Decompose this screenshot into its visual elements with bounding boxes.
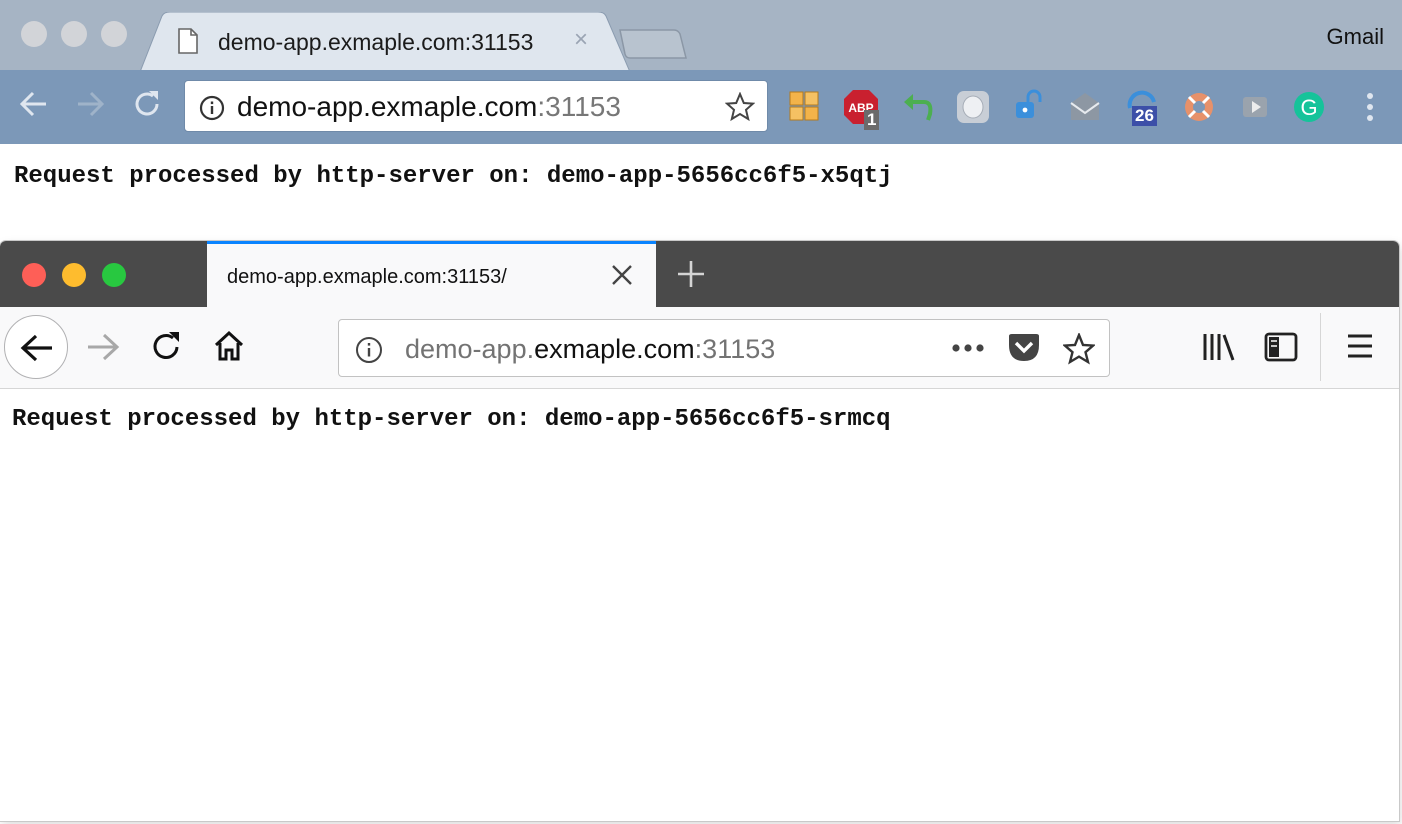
- mail-open-icon[interactable]: [1066, 88, 1104, 126]
- undo-arrow-icon[interactable]: [900, 88, 938, 126]
- chrome-address-bar[interactable]: demo-app.exmaple.com:31153: [184, 80, 768, 132]
- grammarly-letter: G: [1300, 95, 1317, 120]
- chrome-url-host: demo-app.exmaple.com: [237, 91, 538, 122]
- star-icon[interactable]: [1062, 331, 1096, 370]
- firefox-url-host: exmaple.com: [534, 334, 695, 364]
- reload-icon[interactable]: [150, 331, 182, 368]
- firefox-zoom-window-button[interactable]: [102, 263, 126, 287]
- forward-arrow-icon[interactable]: [74, 88, 106, 125]
- reload-icon[interactable]: [131, 88, 163, 125]
- firefox-window: demo-app.exmaple.com:31153/ demo-app.exm…: [0, 241, 1399, 821]
- hamburger-menu-icon[interactable]: [1346, 333, 1374, 364]
- chrome-close-window-button[interactable]: [21, 21, 47, 47]
- chrome-minimize-window-button[interactable]: [61, 21, 87, 47]
- toolbar-separator: [1320, 313, 1321, 381]
- back-arrow-icon: [20, 334, 52, 362]
- calendar-extension-icon[interactable]: 26: [1124, 88, 1162, 126]
- library-icon[interactable]: [1202, 331, 1236, 368]
- firefox-address-bar[interactable]: demo-app.exmaple.com:31153: [338, 319, 1110, 377]
- chrome-profile-name[interactable]: Gmail: [1327, 24, 1384, 50]
- chrome-page-content: Request processed by http-server on: dem…: [0, 144, 1402, 244]
- close-icon[interactable]: [610, 263, 634, 292]
- chrome-toolbar: demo-app.exmaple.com:31153 ABP 1 26 G: [0, 70, 1402, 144]
- firefox-close-window-button[interactable]: [22, 263, 46, 287]
- kebab-menu-icon[interactable]: [1366, 92, 1374, 127]
- firefox-response-text: Request processed by http-server on: dem…: [12, 406, 891, 433]
- firefox-url-text: demo-app.exmaple.com:31153: [405, 334, 775, 365]
- chrome-zoom-window-button[interactable]: [101, 21, 127, 47]
- firefox-url-port: :31153: [694, 334, 776, 364]
- lock-extension-icon[interactable]: [1010, 88, 1048, 126]
- firefox-tab-strip: demo-app.exmaple.com:31153/: [0, 241, 1399, 308]
- lifebuoy-icon[interactable]: [1180, 88, 1218, 126]
- firefox-tab-active[interactable]: demo-app.exmaple.com:31153/: [207, 241, 656, 308]
- chrome-tab-strip: demo-app.exmaple.com:31153 × Gmail: [0, 0, 1402, 72]
- forward-arrow-icon[interactable]: [86, 331, 120, 368]
- sidebar-icon[interactable]: [1264, 331, 1298, 368]
- chrome-tab-title: demo-app.exmaple.com:31153: [218, 29, 534, 55]
- firefox-page-content: Request processed by http-server on: dem…: [0, 389, 1399, 821]
- page-actions-icon[interactable]: [951, 338, 985, 363]
- chrome-url-port: :31153: [537, 91, 621, 122]
- grammarly-icon[interactable]: G: [1290, 88, 1328, 126]
- calendar-count-badge: 26: [1132, 106, 1157, 126]
- adblock-plus-icon[interactable]: ABP 1: [842, 88, 880, 130]
- chrome-url-text: demo-app.exmaple.com:31153: [237, 91, 621, 123]
- play-extension-icon[interactable]: [1236, 88, 1274, 126]
- adblock-count-badge: 1: [864, 110, 880, 130]
- firefox-minimize-window-button[interactable]: [62, 263, 86, 287]
- aws-cubes-icon[interactable]: [786, 88, 824, 126]
- firefox-back-button[interactable]: [4, 315, 68, 379]
- info-icon[interactable]: [355, 336, 383, 369]
- ghost-extension-icon[interactable]: [954, 88, 992, 126]
- back-arrow-icon[interactable]: [18, 88, 50, 125]
- star-icon[interactable]: [724, 91, 756, 127]
- firefox-toolbar: demo-app.exmaple.com:31153: [0, 307, 1399, 389]
- info-icon[interactable]: [199, 95, 225, 126]
- firefox-url-prefix: demo-app.: [405, 334, 535, 364]
- chrome-response-text: Request processed by http-server on: dem…: [14, 163, 893, 190]
- chrome-new-tab-button[interactable]: [618, 28, 688, 65]
- chrome-tab-close-icon[interactable]: ×: [574, 28, 588, 52]
- plus-icon[interactable]: [676, 259, 706, 294]
- home-icon[interactable]: [212, 329, 246, 368]
- desktop: demo-app.exmaple.com:31153 × Gmail demo-…: [0, 0, 1402, 824]
- chrome-tab-active[interactable]: demo-app.exmaple.com:31153 ×: [140, 12, 630, 72]
- firefox-tab-title: demo-app.exmaple.com:31153/: [227, 266, 507, 288]
- pocket-icon[interactable]: [1007, 333, 1041, 368]
